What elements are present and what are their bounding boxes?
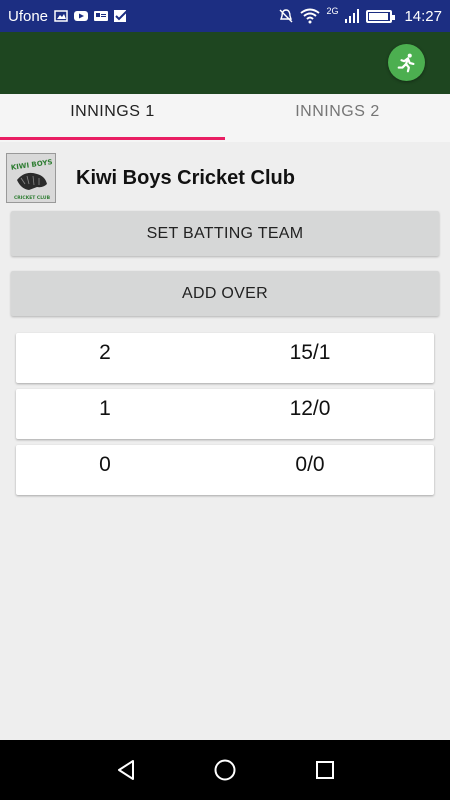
- over-card[interactable]: 2 15/1: [16, 333, 434, 383]
- overs-list: 2 15/1 1 12/0 0 0/0: [16, 333, 434, 501]
- navigation-bar: [0, 740, 450, 800]
- home-icon[interactable]: [213, 758, 237, 782]
- card-icon: [94, 11, 109, 21]
- over-card[interactable]: 0 0/0: [16, 445, 434, 495]
- clock: 14:27: [404, 7, 442, 25]
- tab-innings-1[interactable]: INNINGS 1: [0, 94, 225, 142]
- tab-innings-2[interactable]: INNINGS 2: [225, 94, 450, 142]
- recents-icon[interactable]: [313, 758, 337, 782]
- start-innings-button[interactable]: [388, 44, 425, 81]
- back-icon[interactable]: [114, 758, 138, 782]
- over-card[interactable]: 1 12/0: [16, 389, 434, 439]
- youtube-icon: [74, 11, 89, 21]
- add-over-button[interactable]: ADD OVER: [11, 271, 439, 316]
- over-number: 0: [99, 453, 111, 476]
- logo-text-bottom: CRICKET CLUB: [14, 195, 51, 201]
- battery-icon: [366, 9, 396, 23]
- innings-tabs: INNINGS 1 INNINGS 2: [0, 94, 450, 142]
- club-name: Kiwi Boys Cricket Club: [76, 166, 295, 189]
- over-score: 15/1: [289, 341, 331, 364]
- club-logo: KIWI BOYS CRICKET CLUB: [6, 153, 56, 203]
- over-score: 12/0: [289, 397, 331, 420]
- mute-icon: [279, 9, 293, 23]
- carrier-label: Ufone: [8, 7, 49, 25]
- check-icon: [114, 10, 128, 22]
- running-man-icon: [397, 53, 415, 72]
- signal-icon: [345, 9, 360, 23]
- over-score: 0/0: [295, 453, 325, 476]
- app-bar: [0, 32, 450, 94]
- over-number: 2: [99, 341, 111, 364]
- network-type: 2G: [326, 6, 339, 16]
- over-number: 1: [99, 397, 111, 420]
- club-header: KIWI BOYS CRICKET CLUB Kiwi Boys Cricket…: [6, 152, 295, 204]
- set-batting-team-button[interactable]: SET BATTING TEAM: [11, 211, 439, 256]
- wifi-icon: [300, 8, 321, 24]
- status-bar: Ufone 2G 14:27: [0, 0, 450, 32]
- image-icon: [54, 10, 68, 22]
